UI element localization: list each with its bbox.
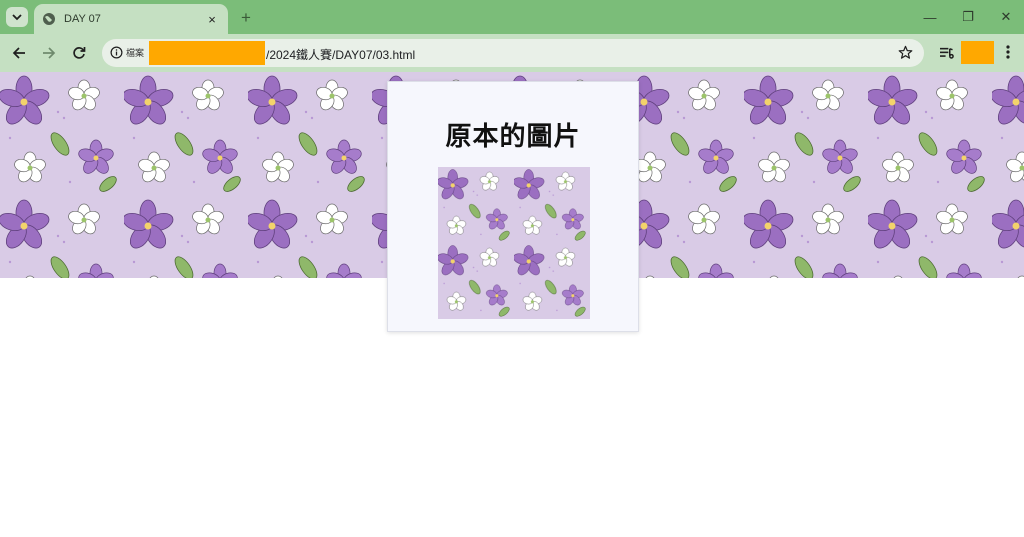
page-viewport: 原本的圖片 xyxy=(0,72,1024,537)
reading-list-icon xyxy=(939,47,954,59)
tab-search-button[interactable] xyxy=(6,7,28,27)
star-icon xyxy=(898,45,912,59)
restore-button[interactable]: ❐ xyxy=(955,6,981,28)
url-text[interactable]: /2024鐵人賽/DAY07/03.html xyxy=(266,46,415,63)
back-arrow-icon xyxy=(12,47,25,59)
reading-list-button[interactable] xyxy=(936,42,956,62)
reload-icon xyxy=(73,47,86,59)
address-bar[interactable]: 檔案 /2024鐵人賽/DAY07/03.html xyxy=(102,39,924,67)
menu-dots-icon xyxy=(1006,45,1010,59)
browser-toolbar: 檔案 /2024鐵人賽/DAY07/03.html xyxy=(0,34,1024,72)
forward-button[interactable] xyxy=(38,42,60,64)
redacted-url-segment xyxy=(149,41,265,65)
reload-button[interactable] xyxy=(68,42,90,64)
redacted-profile-avatar[interactable] xyxy=(961,41,994,64)
info-icon[interactable] xyxy=(110,46,123,59)
minimize-button[interactable]: — xyxy=(917,6,943,28)
new-tab-button[interactable]: + xyxy=(236,8,256,28)
active-tab[interactable]: DAY 07 × xyxy=(34,4,228,34)
bookmark-button[interactable] xyxy=(895,42,915,62)
image-card: 原本的圖片 xyxy=(387,81,639,332)
card-title: 原本的圖片 xyxy=(445,122,581,152)
tab-title: DAY 07 xyxy=(64,13,101,25)
back-button[interactable] xyxy=(8,42,30,64)
site-info-chip[interactable]: 檔案 xyxy=(126,46,144,59)
forward-arrow-icon xyxy=(43,47,56,59)
browser-menu-button[interactable] xyxy=(1000,42,1016,62)
close-icon[interactable]: × xyxy=(204,11,220,27)
original-image xyxy=(438,167,590,319)
tab-strip: DAY 07 × + — ❐ ✕ xyxy=(0,0,1024,34)
tab-search-icon xyxy=(12,14,22,21)
globe-icon xyxy=(43,13,55,25)
window-close-button[interactable]: ✕ xyxy=(993,6,1019,28)
